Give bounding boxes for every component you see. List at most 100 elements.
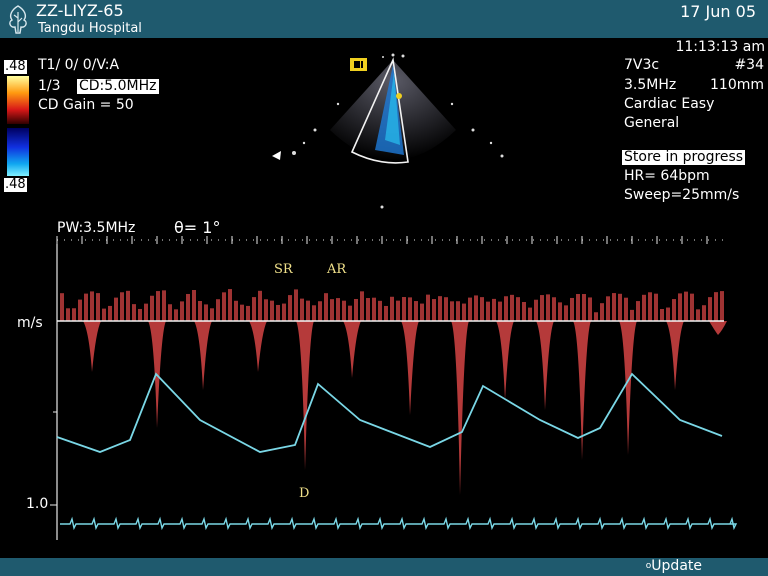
s-wave-signal	[504, 296, 508, 321]
s-wave-signal	[564, 305, 568, 321]
sweep-speed: Sweep=25mm/s	[624, 187, 740, 203]
s-wave-signal	[210, 308, 214, 321]
s-wave-signal	[312, 305, 316, 321]
s-wave-signal	[576, 294, 580, 321]
s-wave-signal	[540, 295, 544, 321]
s-wave-signal	[570, 297, 574, 321]
imaging-frequency: 3.5MHz	[624, 77, 677, 93]
s-wave-signal	[450, 301, 454, 321]
d-wave-spike	[573, 321, 591, 460]
s-wave-signal	[114, 297, 118, 321]
store-status-badge: Store in progress	[622, 149, 746, 165]
mode-name: General	[624, 115, 680, 131]
persistence-setting: 1/3	[38, 78, 61, 94]
update-label: Update	[651, 558, 702, 574]
s-wave-signal	[636, 301, 640, 321]
s-wave-signal	[282, 303, 286, 321]
s-wave-signal	[558, 302, 562, 321]
s-wave-signal	[60, 293, 64, 321]
s-wave-signal	[654, 293, 658, 321]
s-wave-signal	[246, 305, 250, 321]
s-wave-signal	[642, 294, 646, 321]
s-wave-signal	[516, 297, 520, 321]
color-scale-bar	[7, 76, 29, 176]
preset-name: Cardiac Easy	[624, 96, 715, 112]
clock-time: 11:13:13 am	[675, 39, 765, 55]
s-wave-signal	[300, 298, 304, 321]
s-wave-signal	[186, 293, 190, 321]
s-wave-signal	[582, 294, 586, 321]
probe-orientation-icon	[350, 58, 367, 71]
transducer-settings: T1/ 0/ 0/V:A	[38, 57, 120, 73]
d-wave-spike	[83, 321, 101, 372]
s-wave-signal	[468, 297, 472, 321]
s-wave-signal	[336, 298, 340, 321]
s-wave-signal	[132, 304, 136, 321]
s-wave-signal	[240, 304, 244, 321]
scale-bottom-value: .48	[4, 177, 27, 192]
s-wave-signal	[78, 299, 82, 321]
s-wave-signal	[720, 291, 724, 321]
s-wave-signal	[192, 290, 196, 321]
s-wave-signal	[360, 291, 364, 321]
cd-gain: CD Gain = 50	[38, 97, 134, 113]
s-wave-signal	[180, 301, 184, 321]
patient-id: ZZ-LIYZ-65	[36, 1, 124, 20]
s-wave-signal	[690, 293, 694, 321]
s-wave-signal	[606, 296, 610, 321]
d-wave-spike	[619, 321, 637, 455]
s-wave-signal	[156, 291, 160, 321]
s-wave-signal	[600, 303, 604, 321]
tree-logo-icon	[9, 5, 27, 34]
s-wave-signal	[474, 295, 478, 321]
s-wave-signal	[624, 297, 628, 321]
s-wave-signal	[588, 297, 592, 321]
s-wave-signal	[552, 297, 556, 321]
s-wave-signal	[276, 304, 280, 321]
s-wave-signal	[330, 299, 334, 321]
s-wave-signal	[96, 293, 100, 321]
s-wave-signal	[492, 298, 496, 321]
s-wave-signal	[432, 299, 436, 321]
s-wave-signal	[354, 298, 358, 321]
update-button[interactable]: oUpdate	[646, 559, 702, 574]
imaging-depth: 110mm	[710, 77, 764, 93]
study-number: #34	[734, 57, 764, 73]
s-wave-signal	[348, 305, 352, 321]
s-wave-signal	[234, 300, 238, 321]
s-wave-signal	[510, 294, 514, 321]
s-wave-signal	[378, 300, 382, 321]
d-wave-spike	[536, 321, 554, 410]
d-wave-spike	[451, 321, 469, 495]
s-wave-signal	[162, 290, 166, 321]
s-wave-signal	[534, 299, 538, 321]
ecg-trace	[60, 516, 738, 531]
s-wave-signal	[612, 293, 616, 321]
s-wave-signal	[486, 301, 490, 321]
d-wave-spike	[343, 321, 361, 378]
s-wave-signal	[90, 291, 94, 321]
s-wave-signal	[324, 293, 328, 321]
s-wave-signal	[294, 289, 298, 321]
s-wave-signal	[630, 309, 634, 321]
s-wave-signal	[426, 294, 430, 321]
s-wave-signal	[696, 309, 700, 321]
s-wave-signal	[252, 297, 256, 321]
s-wave-signal	[366, 298, 370, 321]
s-wave-signal	[462, 303, 466, 321]
s-wave-signal	[222, 292, 226, 321]
s-wave-signal	[456, 301, 460, 321]
d-wave-spike	[666, 321, 684, 390]
s-wave-signal	[258, 290, 262, 321]
s-wave-signal	[522, 301, 526, 321]
s-wave-signal	[594, 312, 598, 321]
cd-frequency: CD:5.0MHz	[77, 78, 159, 94]
s-wave-signal	[204, 304, 208, 321]
s-wave-signal	[708, 297, 712, 321]
s-wave-signal	[216, 299, 220, 321]
s-wave-signal	[546, 294, 550, 321]
s-wave-signal	[402, 297, 406, 321]
s-wave-signal	[102, 308, 106, 321]
s-wave-signal	[414, 301, 418, 321]
s-wave-signal	[372, 297, 376, 321]
